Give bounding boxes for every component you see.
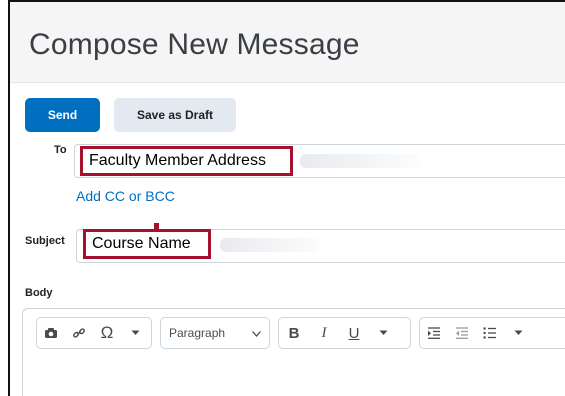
link-icon[interactable] <box>65 318 93 348</box>
italic-icon[interactable]: I <box>309 318 339 348</box>
subject-value: Course Name <box>92 235 191 252</box>
page-header: Compose New Message <box>10 2 565 83</box>
to-highlight[interactable]: Faculty Member Address <box>80 146 293 176</box>
style-toolbar-group: B I U <box>278 317 411 349</box>
chevron-down-icon[interactable] <box>121 318 149 348</box>
bullet-list-icon[interactable] <box>476 318 504 348</box>
paragraph-more-chevron-icon[interactable] <box>504 318 532 348</box>
paragraph-toolbar-group <box>419 317 565 349</box>
page-title: Compose New Message <box>29 28 360 61</box>
compose-window: Compose New Message Send Save as Draft T… <box>8 0 565 396</box>
format-chevron-icon <box>252 324 261 342</box>
to-label: To <box>54 144 67 156</box>
image-icon[interactable] <box>37 318 65 348</box>
save-draft-button[interactable]: Save as Draft <box>114 98 236 132</box>
underline-icon[interactable]: U <box>339 318 369 348</box>
format-select[interactable]: Paragraph <box>160 317 270 349</box>
outdent-icon[interactable] <box>448 318 476 348</box>
add-cc-bcc-link[interactable]: Add CC or BCC <box>76 188 175 204</box>
insert-toolbar-group: Ω <box>36 317 152 349</box>
format-select-value: Paragraph <box>169 326 226 340</box>
redacted-recipient <box>300 154 420 168</box>
to-value: Faculty Member Address <box>89 152 266 169</box>
body-label: Body <box>25 287 53 299</box>
subject-label: Subject <box>25 235 65 247</box>
bold-icon[interactable]: B <box>279 318 309 348</box>
redacted-course <box>220 238 320 252</box>
style-more-chevron-icon[interactable] <box>369 318 397 348</box>
body-editor[interactable]: Ω Paragraph B I U <box>22 308 565 396</box>
subject-highlight[interactable]: Course Name <box>83 229 211 259</box>
indent-icon[interactable] <box>420 318 448 348</box>
omega-icon[interactable]: Ω <box>93 318 121 348</box>
send-button[interactable]: Send <box>25 98 100 132</box>
